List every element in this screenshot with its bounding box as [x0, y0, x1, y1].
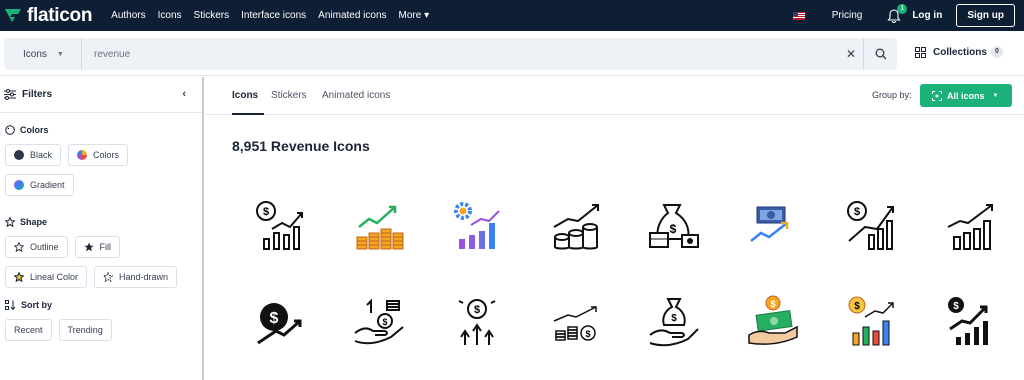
svg-text:$: $: [770, 299, 775, 309]
banknote-trend-icon[interactable]: [745, 197, 801, 253]
sort-trending-chip[interactable]: Trending: [58, 319, 112, 341]
tab-stickers[interactable]: Stickers: [271, 90, 307, 101]
main-content: Icons Stickers Animated icons Group by: …: [206, 77, 1024, 380]
hand-coins-icon[interactable]: $: [351, 293, 407, 349]
color-black-chip[interactable]: Black: [5, 144, 62, 166]
brand-name: flaticon: [27, 4, 93, 26]
tab-animated-icons[interactable]: Animated icons: [322, 90, 390, 101]
svg-text:$: $: [263, 206, 269, 218]
filters-sidebar: Filters ‹ Colors Black Colors Gradient S…: [0, 77, 204, 380]
all-icons-dropdown[interactable]: All icons ▼: [920, 84, 1012, 107]
filters-header: Filters ‹: [0, 77, 202, 113]
dollar-bars-icon[interactable]: $: [449, 293, 505, 349]
nav-icons[interactable]: Icons: [158, 10, 182, 21]
nav-stickers[interactable]: Stickers: [194, 10, 230, 21]
nav-right: Pricing 1 Log in Sign up: [792, 0, 1024, 31]
notifications-bell-icon[interactable]: 1: [886, 3, 908, 24]
login-link[interactable]: Log in: [912, 10, 942, 21]
svg-text:$: $: [585, 329, 590, 339]
search-type-select[interactable]: Icons ▼: [4, 38, 82, 70]
shape-heading: Shape: [5, 217, 202, 227]
us-flag-icon[interactable]: [792, 11, 805, 20]
svg-text:$: $: [382, 317, 387, 327]
search-icon: [875, 48, 886, 60]
clear-search-icon[interactable]: ✕: [839, 47, 863, 61]
money-bag-cash-icon[interactable]: $: [646, 197, 702, 253]
star-outline-icon: [5, 217, 15, 227]
search-button[interactable]: [863, 38, 897, 70]
dollar-chart-icon[interactable]: $: [252, 197, 308, 253]
top-navbar: flaticon Authors Icons Stickers Interfac…: [0, 0, 1024, 31]
tabs-bar: Icons Stickers Animated icons Group by: …: [206, 77, 1024, 115]
nav-interface-icons[interactable]: Interface icons: [241, 10, 306, 21]
caret-down-icon: ▼: [56, 50, 64, 58]
sort-section: Sort by Recent Trending: [0, 300, 202, 349]
shape-section: Shape Outline Fill Lineal Color Hand-dra…: [0, 217, 202, 296]
sliders-icon: [4, 89, 16, 100]
sort-icon: [5, 300, 16, 310]
gear-bar-chart-icon[interactable]: [449, 197, 505, 253]
color-bar-chart-icon[interactable]: $: [843, 293, 899, 349]
grid-icon: [915, 46, 926, 58]
notification-badge: 1: [897, 3, 908, 14]
color-gradient-chip[interactable]: Gradient: [5, 174, 74, 196]
dollar-bar-growth-icon[interactable]: $: [843, 197, 899, 253]
svg-text:$: $: [854, 301, 860, 312]
shape-outline-chip[interactable]: Outline: [5, 236, 68, 258]
collections-count: 0: [990, 46, 1003, 58]
search-row: Icons ▼ revenue ✕ Collections 0: [0, 31, 1024, 76]
dollar-arrow-icon[interactable]: $: [252, 293, 308, 349]
svg-text:$: $: [474, 304, 480, 316]
bar-chart-arrow-icon[interactable]: [942, 197, 998, 253]
search-input[interactable]: revenue: [94, 49, 839, 60]
palette-icon: [5, 125, 15, 135]
svg-text:$: $: [270, 310, 279, 327]
svg-text:$: $: [670, 222, 677, 236]
coin-stacks-growth-icon[interactable]: [351, 197, 407, 253]
color-colors-chip[interactable]: Colors: [68, 144, 129, 166]
search-bar: Icons ▼ revenue ✕: [4, 38, 897, 70]
tab-icons[interactable]: Icons: [232, 90, 258, 101]
shape-lineal-color-chip[interactable]: Lineal Color: [5, 266, 88, 288]
main-nav: Authors Icons Stickers Interface icons A…: [111, 10, 441, 21]
collapse-sidebar-icon[interactable]: ‹: [182, 88, 186, 100]
active-tab-indicator: [232, 113, 264, 115]
pricing-link[interactable]: Pricing: [832, 10, 863, 21]
svg-text:$: $: [854, 206, 860, 218]
svg-text:$: $: [953, 301, 959, 312]
colors-section: Colors Black Colors Gradient: [0, 125, 202, 204]
flaticon-logo[interactable]: flaticon: [4, 5, 92, 27]
signup-button[interactable]: Sign up: [956, 4, 1015, 27]
nav-animated-icons[interactable]: Animated icons: [318, 10, 386, 21]
results-heading: 8,951 Revenue Icons: [232, 138, 370, 154]
collections-button[interactable]: Collections 0: [915, 46, 1003, 58]
svg-text:$: $: [671, 313, 677, 324]
coins-arrow-icon[interactable]: [548, 197, 604, 253]
coins-chart-icon[interactable]: $: [548, 293, 604, 349]
sort-recent-chip[interactable]: Recent: [5, 319, 52, 341]
colors-heading: Colors: [5, 125, 202, 135]
hand-cash-icon[interactable]: $: [745, 293, 801, 349]
focus-icon: [932, 90, 942, 101]
shape-hand-drawn-chip[interactable]: Hand-drawn: [94, 266, 178, 288]
nav-authors[interactable]: Authors: [111, 10, 145, 21]
shape-fill-chip[interactable]: Fill: [74, 236, 121, 258]
hand-money-bag-icon[interactable]: $: [646, 293, 702, 349]
sort-heading: Sort by: [5, 300, 202, 310]
group-by-label: Group by:: [872, 90, 912, 100]
dollar-stair-icon[interactable]: $: [942, 293, 998, 349]
nav-more[interactable]: More ▾: [399, 10, 430, 21]
